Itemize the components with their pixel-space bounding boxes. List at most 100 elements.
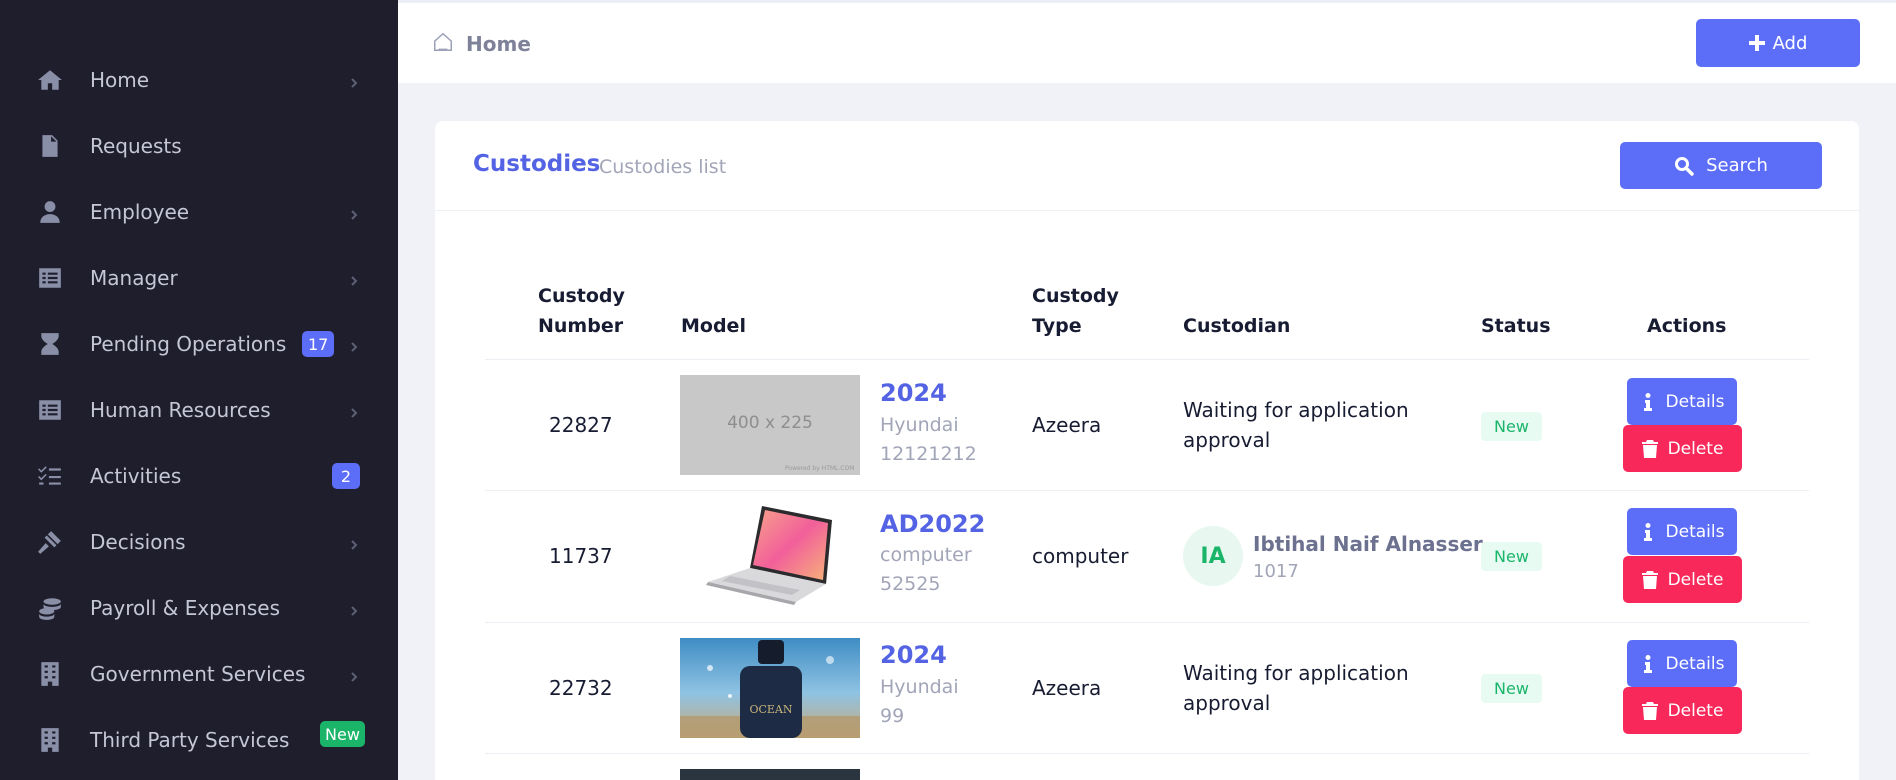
delete-label: Delete: [1667, 438, 1724, 459]
chevron-right-icon: [348, 74, 360, 88]
sidebar-item-label: Pending Operations: [90, 332, 287, 356]
chevron-right-icon: [348, 206, 360, 220]
sidebar-item-label: Payroll & Expenses: [90, 596, 280, 620]
page-subtitle: Custodies list: [599, 156, 727, 178]
sidebar-item-human-resources[interactable]: Human Resources: [0, 377, 398, 443]
chevron-right-icon: [348, 404, 360, 418]
pending-count-badge: 17: [302, 331, 335, 357]
custody-number: 22732: [549, 676, 613, 700]
bottle-label: OCEAN: [749, 703, 792, 716]
search-icon: [1675, 156, 1694, 176]
trash-icon: [1641, 701, 1658, 720]
custody-number: 22827: [549, 413, 613, 437]
list-icon: [36, 264, 64, 292]
sidebar-item-pending-operations[interactable]: Pending Operations 17: [0, 311, 398, 377]
column-header-custody-type: Custody Type: [1032, 281, 1119, 341]
page-title: Custodies: [473, 151, 601, 177]
building-icon: [36, 726, 64, 754]
sidebar-item-third-party-services[interactable]: Third Party Services New: [0, 707, 398, 773]
chevron-right-icon: [348, 602, 360, 616]
chevron-right-icon: [348, 668, 360, 682]
header-text: Custody: [1032, 285, 1119, 307]
chevron-right-icon: [348, 536, 360, 550]
column-header-custody-number: Custody Number: [538, 281, 625, 341]
hourglass-icon: [36, 330, 64, 358]
custody-type: Azeera: [1032, 676, 1102, 700]
model-brand: computer: [880, 544, 972, 566]
sidebar-item-payroll-expenses[interactable]: Payroll & Expenses: [0, 575, 398, 641]
sidebar-item-activities[interactable]: Activities 2: [0, 443, 398, 509]
sidebar-item-employee[interactable]: Employee: [0, 179, 398, 245]
sidebar-item-requests[interactable]: Requests: [0, 113, 398, 179]
user-icon: [36, 198, 64, 226]
info-icon: [1643, 522, 1652, 541]
sidebar-item-manager[interactable]: Manager: [0, 245, 398, 311]
status-badge: New: [1481, 674, 1542, 703]
add-button-label: Add: [1772, 32, 1808, 54]
home-outline-icon: [432, 31, 454, 57]
custodian-status-text: Waiting for application: [1183, 661, 1409, 685]
card-header: Custodies Custodies list Search: [435, 121, 1859, 211]
breadcrumb[interactable]: Home: [432, 31, 531, 57]
delete-button[interactable]: Delete: [1623, 687, 1742, 734]
building-icon: [36, 660, 64, 688]
model-title[interactable]: 2024: [880, 641, 947, 669]
delete-button[interactable]: Delete: [1623, 425, 1742, 472]
search-button[interactable]: Search: [1620, 142, 1822, 189]
custodian-status-text: approval: [1183, 691, 1271, 715]
list-icon: [36, 396, 64, 424]
sidebar-item-label: Activities: [90, 464, 182, 488]
custodian-status-text: approval: [1183, 428, 1271, 452]
laptop-image: [706, 506, 832, 605]
row-divider: [485, 359, 1809, 360]
top-header: Home Add: [398, 0, 1896, 83]
sidebar-item-label: Government Services: [90, 662, 306, 686]
sidebar-item-government-services[interactable]: Government Services: [0, 641, 398, 707]
sidebar: Home Requests Employee Manager Pending O…: [0, 0, 398, 780]
custodies-card: Custodies Custodies list Search Custody …: [435, 121, 1859, 780]
sidebar-item-label: Human Resources: [90, 398, 271, 422]
info-icon: [1643, 654, 1652, 673]
header-text: Number: [538, 315, 624, 337]
model-image-placeholder[interactable]: 400 x 225 Powered by HTML.COM: [680, 375, 860, 475]
status-badge: New: [1481, 542, 1542, 571]
column-header-actions: Actions: [1647, 315, 1727, 337]
model-image[interactable]: [680, 506, 860, 606]
custody-type: computer: [1032, 544, 1129, 568]
custody-number: 11737: [549, 544, 613, 568]
custodian-code: 1017: [1253, 561, 1299, 582]
model-image[interactable]: OCEAN: [680, 638, 860, 738]
activities-count-badge: 2: [332, 463, 360, 489]
column-header-model: Model: [681, 315, 746, 337]
gavel-icon: [36, 528, 64, 556]
sidebar-item-decisions[interactable]: Decisions: [0, 509, 398, 575]
delete-button[interactable]: Delete: [1623, 556, 1742, 603]
new-badge: New: [320, 721, 365, 747]
details-label: Details: [1665, 653, 1725, 674]
add-button[interactable]: Add: [1696, 19, 1860, 67]
sidebar-item-home[interactable]: Home: [0, 47, 398, 113]
column-header-custodian: Custodian: [1183, 315, 1291, 337]
document-icon: [36, 132, 64, 160]
coins-icon: [36, 594, 64, 622]
sidebar-item-label: Manager: [90, 266, 178, 290]
model-title[interactable]: AD2022: [880, 510, 985, 538]
details-button[interactable]: Details: [1627, 378, 1737, 425]
delete-label: Delete: [1667, 700, 1724, 721]
model-brand: Hyundai: [880, 676, 959, 698]
model-image-partial[interactable]: [680, 769, 860, 780]
details-button[interactable]: Details: [1627, 640, 1737, 687]
model-title[interactable]: 2024: [880, 379, 947, 407]
sidebar-item-label: Requests: [90, 134, 182, 158]
sidebar-item-label: Decisions: [90, 530, 186, 554]
breadcrumb-home: Home: [466, 32, 531, 56]
plus-icon: [1748, 35, 1765, 51]
model-serial: 52525: [880, 573, 941, 595]
row-divider: [485, 622, 1809, 623]
custodian-name[interactable]: Ibtihal Naif Alnasser: [1253, 532, 1483, 556]
perfume-bottle-image: OCEAN: [680, 638, 860, 738]
details-button[interactable]: Details: [1627, 508, 1737, 555]
trash-icon: [1641, 439, 1658, 458]
header-text: Type: [1032, 315, 1082, 337]
chevron-right-icon: [348, 338, 360, 352]
